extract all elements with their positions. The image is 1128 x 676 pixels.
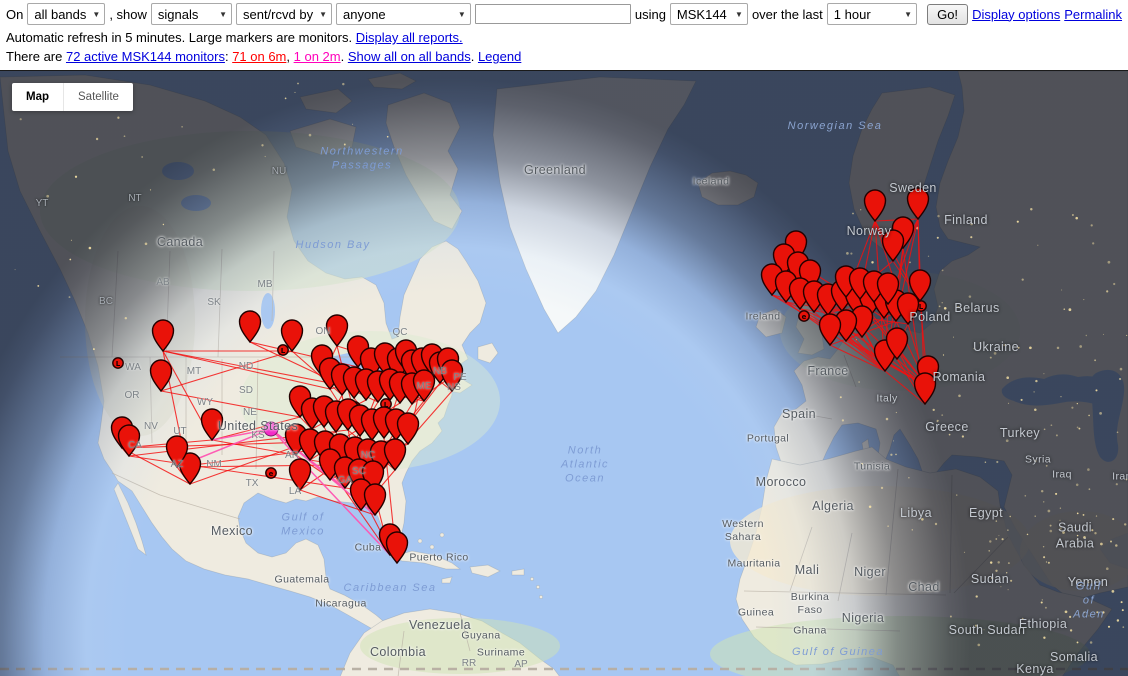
monitors-2m-link[interactable]: 1 on 2m [294,49,341,64]
go-button[interactable]: Go! [927,4,968,25]
map-type-control: Map Satellite [12,83,133,111]
monitor-marker[interactable] [240,311,261,342]
monitor-marker[interactable] [151,360,172,391]
chevron-down-icon: ▼ [319,10,327,19]
monitor-marker[interactable] [820,314,841,345]
show-all-bands-link[interactable]: Show all on all bands [348,49,471,64]
pskreporter-page: On all bands▼ , show signals▼ sent/rcvd … [0,0,1128,676]
monitor-marker[interactable] [119,425,140,456]
monitor-marker[interactable] [365,484,386,515]
monitor-marker[interactable] [385,439,406,470]
station-marker[interactable]: e [799,311,809,321]
chevron-down-icon: ▼ [735,10,743,19]
svg-text:e: e [802,313,807,321]
station-marker[interactable]: e [266,468,276,478]
callsign-input[interactable] [475,4,631,24]
svg-text:L: L [281,347,286,355]
monitor-markers [112,188,939,563]
monitors-line: There are 72 active MSK144 monitors : 71… [0,47,1128,66]
refresh-text: Automatic refresh in 5 minutes. Large ma… [6,30,356,45]
chevron-down-icon: ▼ [904,10,912,19]
header: On all bands▼ , show signals▼ sent/rcvd … [0,0,1128,70]
using-label: using [635,7,666,22]
permalink-link[interactable]: Permalink [1064,7,1122,22]
colon-text: : [225,49,232,64]
monitor-marker[interactable] [398,413,419,444]
monitor-marker[interactable] [908,188,929,219]
monitor-marker[interactable] [865,190,886,221]
station-marker[interactable]: L [113,358,123,368]
monitor-marker[interactable] [883,230,904,261]
selected-station-marker[interactable] [264,422,278,436]
map-type-satellite-button[interactable]: Satellite [64,83,133,111]
legend-link[interactable]: Legend [478,49,521,64]
display-options-link[interactable]: Display options [972,7,1060,22]
station-marker[interactable]: L [278,345,288,355]
period-text: . [341,49,348,64]
display-all-reports-link[interactable]: Display all reports. [356,30,463,45]
monitor-marker[interactable] [898,293,919,324]
svg-text:L: L [919,303,924,311]
monitors-prefix: There are [6,49,66,64]
world-map[interactable]: LLLLeLLeLe CanadaUnited StatesMexicoGree… [0,70,1128,676]
svg-text:e: e [269,470,274,478]
comma-text: , [286,49,293,64]
period-select[interactable]: 1 hour▼ [827,3,917,25]
on-label: On [6,7,23,22]
city-lights [15,83,1128,647]
status-line: Automatic refresh in 5 minutes. Large ma… [0,28,1128,47]
chevron-down-icon: ▼ [92,10,100,19]
signal-path-line [161,351,292,391]
who-select[interactable]: anyone▼ [336,3,471,25]
monitor-marker[interactable] [327,315,348,346]
show-label: , show [109,7,147,22]
direction-select[interactable]: sent/rcvd by▼ [236,3,332,25]
active-monitors-link[interactable]: 72 active MSK144 monitors [66,49,225,64]
markers-layer: LLLLeLLeLe [0,71,1128,676]
period-text: . [471,49,478,64]
selected-path-line [212,429,271,440]
over-label: over the last [752,7,823,22]
mode-select[interactable]: MSK144▼ [670,3,748,25]
monitor-marker[interactable] [153,320,174,351]
monitor-marker[interactable] [915,373,936,404]
chevron-down-icon: ▼ [219,10,227,19]
band-select[interactable]: all bands▼ [27,3,105,25]
svg-text:L: L [116,360,121,368]
monitor-marker[interactable] [387,532,408,563]
monitors-6m-link[interactable]: 71 on 6m [232,49,286,64]
monitor-marker[interactable] [442,360,463,391]
small-markers: LLLLeLLeLe [113,301,928,478]
signal-path-line [161,391,300,417]
map-type-map-button[interactable]: Map [12,83,63,111]
query-toolbar: On all bands▼ , show signals▼ sent/rcvd … [0,0,1128,28]
monitor-marker[interactable] [202,409,223,440]
what-select[interactable]: signals▼ [151,3,232,25]
chevron-down-icon: ▼ [458,10,466,19]
